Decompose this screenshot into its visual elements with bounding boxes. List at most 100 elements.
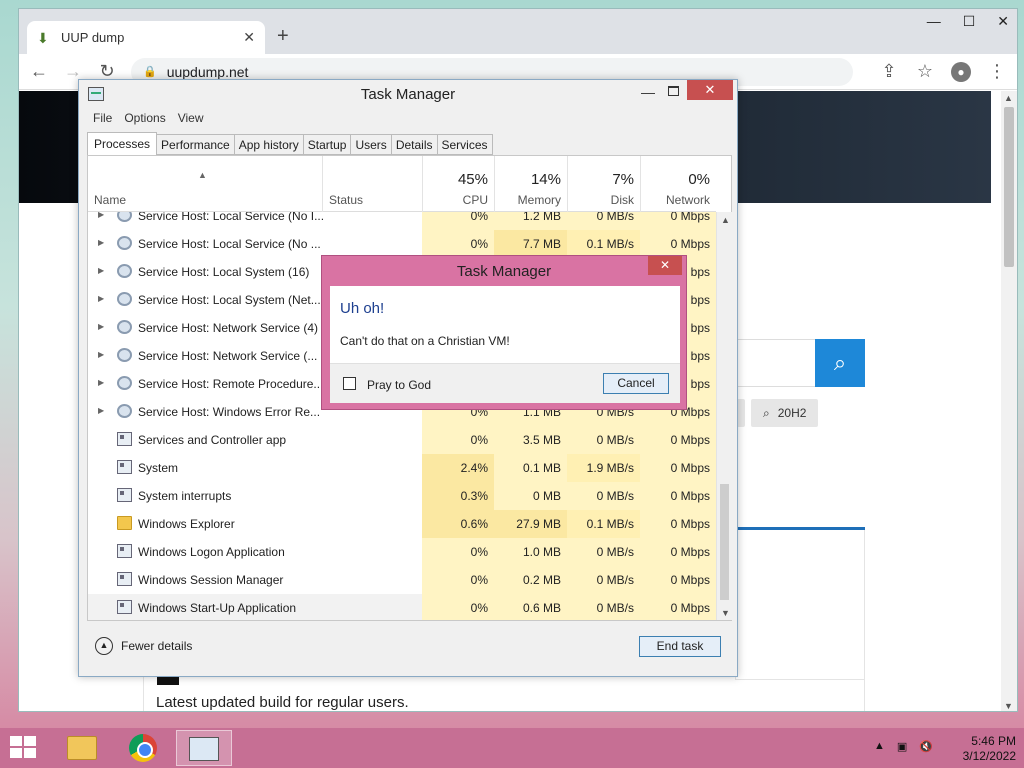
tab-app-history[interactable]: App history <box>234 134 304 155</box>
tab-startup[interactable]: Startup <box>303 134 352 155</box>
menu-kebab-icon[interactable]: ⋮ <box>987 61 1007 82</box>
expand-arrow-icon[interactable]: ▶ <box>98 212 104 219</box>
latest-build-text: Latest updated build for regular users. <box>156 694 409 711</box>
taskbar: ▲ ▣ 🔇 5:46 PM 3/12/2022 <box>0 728 1024 768</box>
scroll-up-icon[interactable]: ▲ <box>721 215 730 225</box>
table-row[interactable]: Windows Explorer 0.6% 27.9 MB 0.1 MB/s 0 Mbp… <box>88 510 716 538</box>
volume-muted-icon[interactable]: 🔇 <box>919 740 933 753</box>
tab-performance[interactable]: Performance <box>157 134 235 155</box>
pray-checkbox[interactable] <box>343 377 356 390</box>
search-button[interactable]: ⌕ <box>815 339 865 387</box>
file-explorer-pin[interactable] <box>54 730 110 766</box>
process-cpu: 0% <box>422 566 494 594</box>
clock-date: 3/12/2022 <box>962 749 1016 763</box>
table-row[interactable]: Services and Controller app 0% 3.5 MB 0 MB/… <box>88 426 716 454</box>
tab-details[interactable]: Details <box>391 134 438 155</box>
column-disk-label: Disk <box>610 193 634 207</box>
expand-arrow-icon[interactable]: ▶ <box>98 266 104 275</box>
table-row[interactable]: System interrupts 0.3% 0 MB 0 MB/s 0 Mbps <box>88 482 716 510</box>
scroll-down-icon[interactable]: ▼ <box>721 608 730 618</box>
table-row[interactable]: System 2.4% 0.1 MB 1.9 MB/s 0 Mbps <box>88 454 716 482</box>
dialog-titlebar[interactable]: Task Manager ✕ <box>322 256 686 286</box>
chrome-pin[interactable] <box>115 730 171 766</box>
tab-close-icon[interactable]: ✕ <box>243 29 255 46</box>
bookmark-star-icon[interactable]: ☆ <box>915 61 935 82</box>
fewer-details-label: Fewer details <box>121 639 193 653</box>
expand-arrow-icon[interactable]: ▶ <box>98 406 104 415</box>
process-name: Service Host: Local System (16) <box>138 265 310 279</box>
column-cpu[interactable]: 45% CPU <box>422 156 494 212</box>
minimize-button[interactable]: — <box>927 13 941 30</box>
tab-users[interactable]: Users <box>351 134 392 155</box>
page-scrollbar[interactable]: ▲ ▼ <box>1001 91 1017 711</box>
table-row[interactable]: ▶ Service Host: Local Service (No I... 0% 1… <box>88 212 716 230</box>
process-list-scrollbar[interactable]: ▲ ▼ <box>716 212 732 620</box>
system-tray: ▲ ▣ 🔇 <box>874 740 933 753</box>
close-button[interactable]: ✕ <box>687 80 733 100</box>
cancel-button[interactable]: Cancel <box>603 373 669 394</box>
process-disk: 0 MB/s <box>567 594 640 620</box>
column-disk[interactable]: 7% Disk <box>567 156 640 212</box>
process-name: Windows Logon Application <box>138 545 285 559</box>
dialog-close-button[interactable]: ✕ <box>648 256 682 275</box>
fewer-details-button[interactable]: ▲ Fewer details <box>95 637 192 655</box>
table-row[interactable]: ▶ Service Host: Local Service (No ... 0% 7.… <box>88 230 716 258</box>
end-task-button[interactable]: End task <box>639 636 721 657</box>
process-cpu: 0% <box>422 212 494 230</box>
expand-arrow-icon[interactable]: ▶ <box>98 322 104 331</box>
table-row[interactable]: Windows Start-Up Application 0% 0.6 MB 0 MB… <box>88 594 716 620</box>
scrollbar-thumb[interactable] <box>720 484 729 600</box>
search-icon: ⌕ <box>763 405 770 420</box>
menu-options[interactable]: Options <box>124 111 165 125</box>
process-disk: 0 MB/s <box>567 538 640 566</box>
process-memory: 7.7 MB <box>494 230 567 258</box>
process-cpu: 0% <box>422 594 494 620</box>
column-status[interactable]: Status <box>322 156 422 212</box>
column-network-label: Network <box>665 193 710 207</box>
expand-arrow-icon[interactable]: ▶ <box>98 294 104 303</box>
dialog-heading: Uh oh! <box>340 300 385 317</box>
process-name: System interrupts <box>138 489 232 503</box>
scroll-up-icon[interactable]: ▲ <box>1004 93 1013 103</box>
column-name[interactable]: Name <box>88 156 322 212</box>
column-cpu-label: CPU <box>462 193 488 207</box>
tab-services[interactable]: Services <box>437 134 493 155</box>
scrollbar-thumb[interactable] <box>1004 107 1014 267</box>
network-icon[interactable]: ▣ <box>897 740 907 753</box>
service-icon <box>117 376 132 390</box>
app-icon <box>117 544 132 558</box>
minimize-button[interactable]: — <box>641 84 655 100</box>
browser-tab[interactable]: ⬇ UUP dump ✕ <box>27 21 265 54</box>
new-tab-button[interactable]: + <box>277 26 289 46</box>
maximize-button[interactable] <box>668 86 679 96</box>
column-status-label: Status <box>329 193 364 207</box>
menu-view[interactable]: View <box>178 111 204 125</box>
task-manager-titlebar[interactable]: Task Manager — ✕ <box>79 80 737 108</box>
scroll-down-icon[interactable]: ▼ <box>1004 701 1013 711</box>
close-button[interactable]: ✕ <box>997 13 1009 30</box>
clock[interactable]: 5:46 PM 3/12/2022 <box>948 734 1016 764</box>
column-memory[interactable]: 14% Memory <box>494 156 567 212</box>
expand-arrow-icon[interactable]: ▶ <box>98 350 104 359</box>
table-row[interactable]: Windows Session Manager 0% 0.2 MB 0 MB/s 0 M… <box>88 566 716 594</box>
start-button[interactable] <box>10 736 38 760</box>
app-icon <box>117 432 132 446</box>
column-network[interactable]: 0% Network <box>640 156 716 212</box>
profile-avatar-icon[interactable]: ● <box>951 61 971 82</box>
task-manager-pin[interactable] <box>176 730 232 766</box>
tab-processes[interactable]: Processes <box>87 132 158 156</box>
chrome-icon <box>129 734 157 762</box>
share-icon[interactable]: ⇪ <box>879 61 899 82</box>
menu-file[interactable]: File <box>93 111 112 125</box>
expand-arrow-icon[interactable]: ▶ <box>98 378 104 387</box>
expand-arrow-icon[interactable]: ▶ <box>98 238 104 247</box>
dialog-title: Task Manager <box>456 263 552 280</box>
back-arrow-icon[interactable]: ← <box>29 61 49 82</box>
tray-expand-icon[interactable]: ▲ <box>874 740 885 753</box>
table-row[interactable]: Windows Logon Application 0% 1.0 MB 0 MB/s 0… <box>88 538 716 566</box>
maximize-button[interactable]: ☐ <box>963 13 976 30</box>
service-icon <box>117 320 132 334</box>
filter-chip-20h2[interactable]: ⌕ 20H2 <box>751 399 819 427</box>
pray-checkbox-label[interactable]: Pray to God <box>367 378 431 392</box>
process-memory: 0 MB <box>494 482 567 510</box>
